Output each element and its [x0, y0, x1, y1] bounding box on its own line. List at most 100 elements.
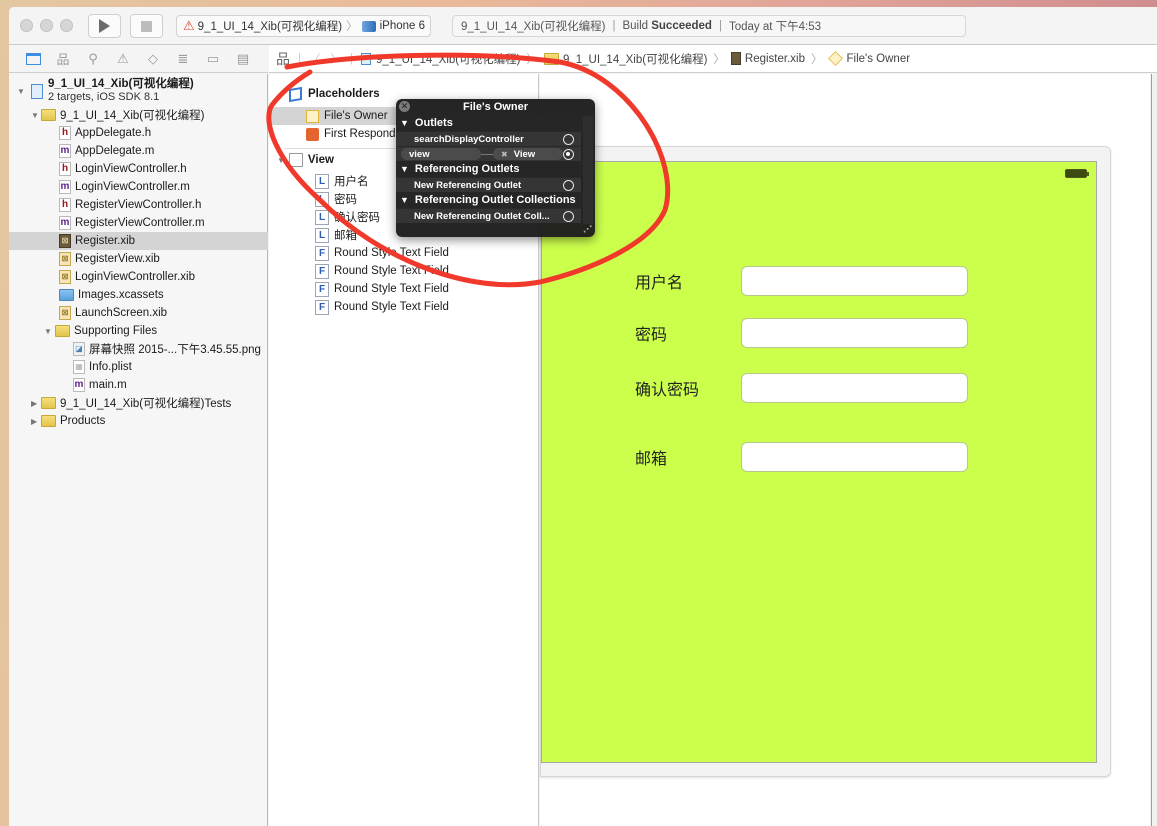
disclosure-open-icon[interactable]: ▼: [17, 87, 25, 96]
first-responder-label: First Responder: [324, 128, 406, 140]
breadcrumb-project[interactable]: 9_1_UI_14_Xib(可视化编程): [361, 51, 520, 67]
breadcrumb-label: 9_1_UI_14_Xib(可视化编程): [376, 53, 521, 66]
stop-button[interactable]: [130, 14, 163, 38]
search-icon[interactable]: ⚲: [85, 51, 101, 66]
referencing-collection-row[interactable]: New Referencing Outlet Coll...: [396, 208, 581, 223]
file-row[interactable]: ⊠ Register.xib: [9, 232, 268, 250]
list-icon[interactable]: ≣: [175, 51, 191, 66]
group-name: Supporting Files: [74, 325, 158, 337]
outline-first-responder[interactable]: First Responder: [306, 125, 406, 143]
xcode-app-icon: ⚠: [183, 18, 195, 33]
file-row[interactable]: ⊠ RegisterView.xib: [9, 250, 268, 268]
hierarchy-icon[interactable]: 品: [55, 52, 71, 67]
connection-circle-icon[interactable]: [563, 211, 574, 222]
file-row[interactable]: h RegisterViewController.h: [9, 196, 268, 214]
warning-icon[interactable]: ⚠: [115, 51, 131, 66]
file-name: LoginViewController.h: [75, 163, 187, 175]
breakpoint-tag-icon[interactable]: ▭: [205, 51, 221, 66]
project-root[interactable]: ▼ 9_1_UI_14_Xib(可视化编程) 2 targets, iOS SD…: [9, 76, 268, 106]
minimize-window-button[interactable]: [40, 19, 53, 32]
outlet-row-connected[interactable]: view ✖ View: [396, 146, 581, 161]
placeholders-section[interactable]: Placeholders: [289, 85, 380, 103]
outline-textfield-item[interactable]: F Round Style Text Field: [315, 262, 449, 280]
speech-bubble-icon[interactable]: ▤: [235, 51, 251, 66]
hud-scrollbar[interactable]: [583, 116, 593, 224]
breadcrumb-file[interactable]: Register.xib: [730, 52, 805, 65]
file-row[interactable]: ◪ 屏幕快照 2015-...下午3.45.55.png: [9, 340, 268, 358]
disclosure-closed-icon[interactable]: ▶: [31, 417, 37, 426]
file-row[interactable]: m main.m: [9, 376, 268, 394]
run-button[interactable]: [88, 14, 121, 38]
scheme-name[interactable]: 9_1_UI_14_Xib(可视化编程): [198, 18, 342, 34]
outline-label-item[interactable]: L 邮箱: [315, 226, 357, 244]
register-view[interactable]: 用户名 密码 确认密码 邮箱: [541, 161, 1097, 763]
referencing-outlets-header[interactable]: ▼ Referencing Outlets: [396, 161, 595, 177]
disclosure-closed-icon[interactable]: ▶: [31, 399, 37, 408]
close-window-button[interactable]: [20, 19, 33, 32]
device-name[interactable]: iPhone 6: [380, 20, 425, 32]
file-row[interactable]: Images.xcassets: [9, 286, 268, 304]
xib-file-icon: ⊠: [59, 270, 71, 284]
round-style-text-field[interactable]: [741, 373, 968, 403]
supporting-files-row[interactable]: ▼ Supporting Files: [9, 322, 268, 340]
breadcrumb-label: File's Owner: [846, 52, 911, 65]
back-button[interactable]: 〈: [309, 51, 321, 67]
related-items-icon[interactable]: 品: [276, 49, 290, 69]
label-badge-icon: L: [315, 209, 329, 225]
connection-circle-icon[interactable]: [563, 180, 574, 191]
group-row[interactable]: ▼ 9_1_UI_14_Xib(可视化编程): [9, 106, 268, 124]
outlet-target: View: [513, 148, 536, 160]
file-name: AppDelegate.h: [75, 127, 152, 139]
outline-label-item[interactable]: L 用户名: [315, 172, 369, 190]
file-row[interactable]: h AppDelegate.h: [9, 124, 268, 142]
close-icon[interactable]: ✕: [399, 101, 410, 112]
outlet-row[interactable]: searchDisplayController: [396, 131, 581, 146]
scheme-selector[interactable]: ⚠ 9_1_UI_14_Xib(可视化编程) 〉 iPhone 6: [176, 15, 431, 37]
disclosure-open-icon[interactable]: ▼: [31, 111, 39, 120]
forward-button[interactable]: 〉: [331, 51, 343, 67]
connection-circle-icon[interactable]: [563, 134, 574, 145]
breadcrumb-object[interactable]: File's Owner: [827, 51, 911, 66]
disclosure-open-icon[interactable]: ▼: [44, 327, 52, 336]
zoom-window-button[interactable]: [60, 19, 73, 32]
file-row[interactable]: m LoginViewController.m: [9, 178, 268, 196]
file-row[interactable]: ⊠ LaunchScreen.xib: [9, 304, 268, 322]
outlet-target-pill[interactable]: ✖ View: [493, 148, 563, 160]
referencing-outlet-row[interactable]: New Referencing Outlet: [396, 177, 581, 192]
breadcrumb-group[interactable]: 9_1_UI_14_Xib(可视化编程): [543, 51, 707, 67]
file-row[interactable]: m RegisterViewController.m: [9, 214, 268, 232]
file-row[interactable]: ⊠ LoginViewController.xib: [9, 268, 268, 286]
tests-group-row[interactable]: ▶ 9_1_UI_14_Xib(可视化编程)Tests: [9, 394, 268, 412]
outlets-header[interactable]: ▼ Outlets: [396, 115, 595, 131]
interface-builder-canvas[interactable]: 用户名 密码 确认密码 邮箱: [540, 74, 1150, 826]
outline-textfield-item[interactable]: F Round Style Text Field: [315, 280, 449, 298]
referencing-collections-header[interactable]: ▼ Referencing Outlet Collections: [396, 192, 595, 208]
file-name: RegisterViewController.h: [75, 199, 202, 211]
disclosure-open-icon[interactable]: ▼: [277, 156, 285, 165]
round-style-text-field[interactable]: [741, 318, 968, 348]
status-build-result: Succeeded: [651, 20, 712, 32]
breadcrumb-label: Register.xib: [744, 52, 805, 65]
section-label: Referencing Outlets: [414, 163, 520, 175]
outline-files-owner[interactable]: File's Owner: [269, 107, 396, 125]
outline-textfield-item[interactable]: F Round Style Text Field: [315, 244, 449, 262]
outline-label-item[interactable]: L 密码: [315, 190, 357, 208]
products-group-row[interactable]: ▶ Products: [9, 412, 268, 430]
connection-circle-filled-icon[interactable]: [563, 149, 574, 160]
folder-icon[interactable]: [25, 52, 41, 66]
outline-textfield-item[interactable]: F Round Style Text Field: [315, 298, 449, 316]
diamond-minus-icon[interactable]: ◇: [145, 51, 161, 66]
disconnect-x-icon[interactable]: ✖: [501, 150, 508, 159]
round-style-text-field[interactable]: [741, 442, 968, 472]
png-file-icon: ◪: [73, 342, 85, 356]
outline-view[interactable]: ▼ View: [277, 151, 334, 169]
resize-grip-icon[interactable]: ⋰: [583, 224, 592, 235]
file-row[interactable]: ▦ Info.plist: [9, 358, 268, 376]
h-file-icon: h: [59, 162, 71, 176]
group-name: 9_1_UI_14_Xib(可视化编程): [60, 110, 205, 122]
file-row[interactable]: h LoginViewController.h: [9, 160, 268, 178]
file-name: AppDelegate.m: [75, 145, 155, 157]
round-style-text-field[interactable]: [741, 266, 968, 296]
file-row[interactable]: m AppDelegate.m: [9, 142, 268, 160]
outline-label-item[interactable]: L 确认密码: [315, 208, 380, 226]
